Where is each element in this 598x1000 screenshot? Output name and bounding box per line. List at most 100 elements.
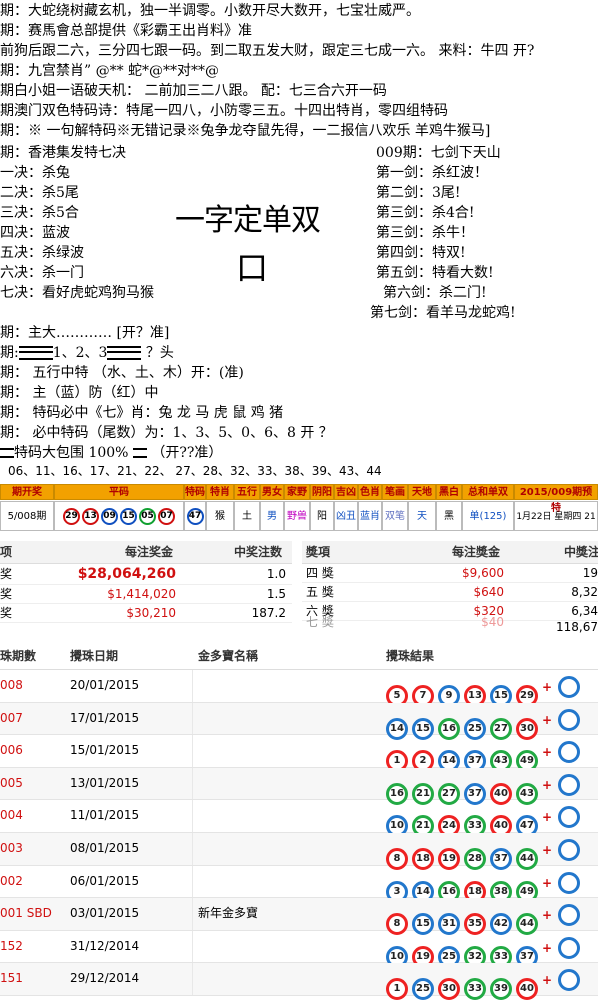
plus-icon: + [542, 875, 553, 890]
info-header: 特肖 [206, 484, 234, 500]
info-header: 黑白 [436, 484, 462, 500]
prize-count: 19 [582, 566, 598, 580]
forecast-text-panel: 期：大蛇绕树藏玄机，独一半调零。小数开尽大数开，七宝壮威严。 期：赛馬會总部提供… [0, 0, 598, 480]
plus-icon: + [542, 745, 553, 760]
draw-row[interactable]: 151 29/12/2014 1 25 30 33 39 40+ [0, 963, 598, 1000]
draw-row[interactable]: 006 15/01/2015 1 2 14 37 43 49+ [0, 735, 598, 773]
draw-id-link[interactable]: 006 [0, 735, 23, 766]
info-header: 家野 [284, 484, 310, 500]
draw-date: 08/01/2015 [70, 840, 140, 855]
forecast-line-4: 期：九宫禁肖” @** 蛇*@**对**@ [0, 63, 220, 79]
draw-id-link[interactable]: 004 [0, 800, 23, 831]
draw-id-link[interactable]: 152 [0, 931, 23, 962]
draw-date: 11/01/2015 [70, 808, 140, 823]
draw-row[interactable]: 007 17/01/2015 14 15 16 25 27 30+ [0, 702, 598, 740]
extra-ball-partial [558, 708, 581, 731]
forecast-line-7: 期：※ 一句解特码※无错记录※兔争龙夺鼠先得，一二报信八欢乐 羊鸡牛猴马] [0, 123, 491, 139]
plus-icon: + [542, 712, 553, 727]
left-item: 四决：蓝波 [0, 225, 70, 241]
draw-results-table: 珠期數 攪珠日期 金多寶名稱 攪珠結果 008 20/01/2015 5 7 9 13 15… [0, 643, 598, 1000]
draw-date: 13/01/2015 [70, 775, 140, 790]
forecast-line-1: 期：大蛇绕树藏玄机，独一半调零。小数开尽大数开，七宝壮威严。 [0, 3, 420, 19]
draw-header-id: 珠期數 [0, 649, 37, 663]
info-attr: 单(125) [462, 501, 514, 531]
column-divider [192, 702, 193, 735]
forecast-line-2: 期：赛馬會总部提供《彩霸王出肖料》准 [0, 23, 252, 39]
draw-header-name: 金多寶名稱 [198, 649, 259, 663]
info-attr: 阳 [310, 501, 334, 531]
left-item: 一决：杀兔 [0, 165, 70, 181]
prize-table-right: 獎項 每注獎金 中獎注 四 獎 $9,600 19 五 獎 $640 8,32 … [302, 541, 598, 633]
mid-line-2-numbers: 1、2、3 [52, 345, 108, 361]
draw-rows: 008 20/01/2015 5 7 9 13 15 29+ 007 17/01/2015 14 15… [0, 670, 598, 1000]
draw-row[interactable]: 002 06/01/2015 3 14 16 18 38 49+ [0, 865, 598, 903]
draw-date: 31/12/2014 [70, 938, 140, 953]
draw-date: 15/01/2015 [70, 743, 140, 758]
mid-line-2: 期: 1、2、3 ？头 [0, 342, 174, 362]
draw-row[interactable]: 005 13/01/2015 16 21 27 37 40 43+ [0, 767, 598, 805]
draw-id-link[interactable]: 151 [0, 963, 23, 994]
info-period: 5/008期 [0, 501, 54, 531]
draw-id-link[interactable]: 003 [0, 833, 23, 864]
draw-id-link[interactable]: 007 [0, 703, 23, 734]
right-item: 第一剑：杀红波！ [376, 165, 488, 181]
info-attr: 猴 [206, 501, 234, 531]
draw-id-link[interactable]: 005 [0, 768, 23, 799]
draw-date: 20/01/2015 [70, 678, 140, 692]
right-section-title: 009期：七剑下天山 [376, 145, 501, 161]
column-divider [192, 930, 193, 963]
double-bar-icon [132, 448, 147, 458]
info-header: 平码 [54, 484, 184, 500]
prize-row: 奖 $30,210 187.2 [0, 604, 292, 623]
info-header: 特码 [184, 484, 206, 500]
extra-ball-partial [558, 838, 581, 861]
draw-row[interactable]: 003 08/01/2015 8 18 19 28 37 44+ [0, 832, 598, 870]
extra-ball-partial [558, 969, 581, 992]
info-header: 期开奖 [0, 484, 54, 500]
forecast-line-5: 期白小姐一语破天机： 二前加三二八跟。 配：七三合六开一码 [0, 83, 387, 99]
mid-line-2-suffix: ？头 [145, 345, 174, 361]
mid-line-5: 期： 特码必中《七》肖：兔 龙 马 虎 鼠 鸡 猪 [0, 405, 284, 421]
plus-icon: + [542, 777, 553, 792]
prize-amount: $640 [473, 585, 504, 599]
left-item: 六决：杀一门 [0, 265, 84, 281]
draw-id-link[interactable]: 008 [0, 670, 23, 701]
draw-row[interactable]: 004 11/01/2015 10 21 24 33 40 47+ [0, 800, 598, 838]
extra-ball-partial [558, 773, 581, 796]
prize-header-amount: 每注獎金 [452, 545, 501, 559]
info-header: 吉凶 [334, 484, 358, 500]
mid-line-6: 期： 必中特码（尾数）为：1、3、5、0、6、8 开 ？ [0, 425, 333, 441]
mid-line-7-text: 特码大包围 100% [14, 445, 129, 461]
prize-row: 七 獎 $40 118,67 [302, 615, 598, 633]
draw-result-balls: 1 25 30 33 39 40+ [386, 969, 584, 1000]
draw-row[interactable]: 152 31/12/2014 10 19 25 32 33 37+ [0, 930, 598, 968]
draw-row[interactable]: 001 SBD 03/01/2015 新年金多寶 8 15 31 35 42 44+ [0, 898, 598, 936]
right-item: 第三剑：杀4合! [376, 205, 475, 221]
prize-count: 1.0 [266, 567, 286, 581]
prize-count: 1.5 [266, 587, 286, 601]
info-header: 总和单双 [462, 484, 514, 500]
left-item: 七决：看好虎蛇鸡狗马猴 [0, 285, 154, 301]
draw-name: 新年金多寶 [198, 906, 259, 921]
info-header: 2015/009期预特 [514, 484, 598, 514]
left-item: 二决：杀5尾 [0, 185, 79, 201]
info-attr: 凶丑 [334, 501, 358, 531]
draw-id-link[interactable]: 002 [0, 866, 23, 897]
column-divider [192, 670, 193, 702]
info-attr: 蓝肖 [358, 501, 382, 531]
info-attr: 双笔 [382, 501, 408, 531]
draw-row[interactable]: 008 20/01/2015 5 7 9 13 15 29+ [0, 670, 598, 707]
column-divider [192, 832, 193, 865]
prize-header-count: 中獎注 [564, 545, 598, 559]
column-divider [192, 767, 193, 800]
right-item: 第二剑：3尾! [376, 185, 461, 201]
headline-char: 口 [236, 249, 269, 287]
right-item: 第七剑：看羊马龙蛇鸡! [370, 305, 516, 321]
draw-id-link[interactable]: 001 SBD [0, 898, 52, 929]
forecast-line-6: 期澳门双色特码诗：特尾一四八，小防零三五。十四出特肖，零四组特码 [0, 103, 448, 119]
extra-ball-partial [558, 806, 581, 829]
draw-info-table: 期开奖 平码 特码 特肖 五行 男女 家野 阴阳 吉凶 色肖 笔画 天地 黑白 … [0, 484, 598, 532]
special-numbers-line: 06、11、16、17、21、22、 27、28、32、33、38、39、43、… [8, 464, 382, 478]
plus-icon: + [542, 810, 553, 825]
info-header: 色肖 [358, 484, 382, 500]
